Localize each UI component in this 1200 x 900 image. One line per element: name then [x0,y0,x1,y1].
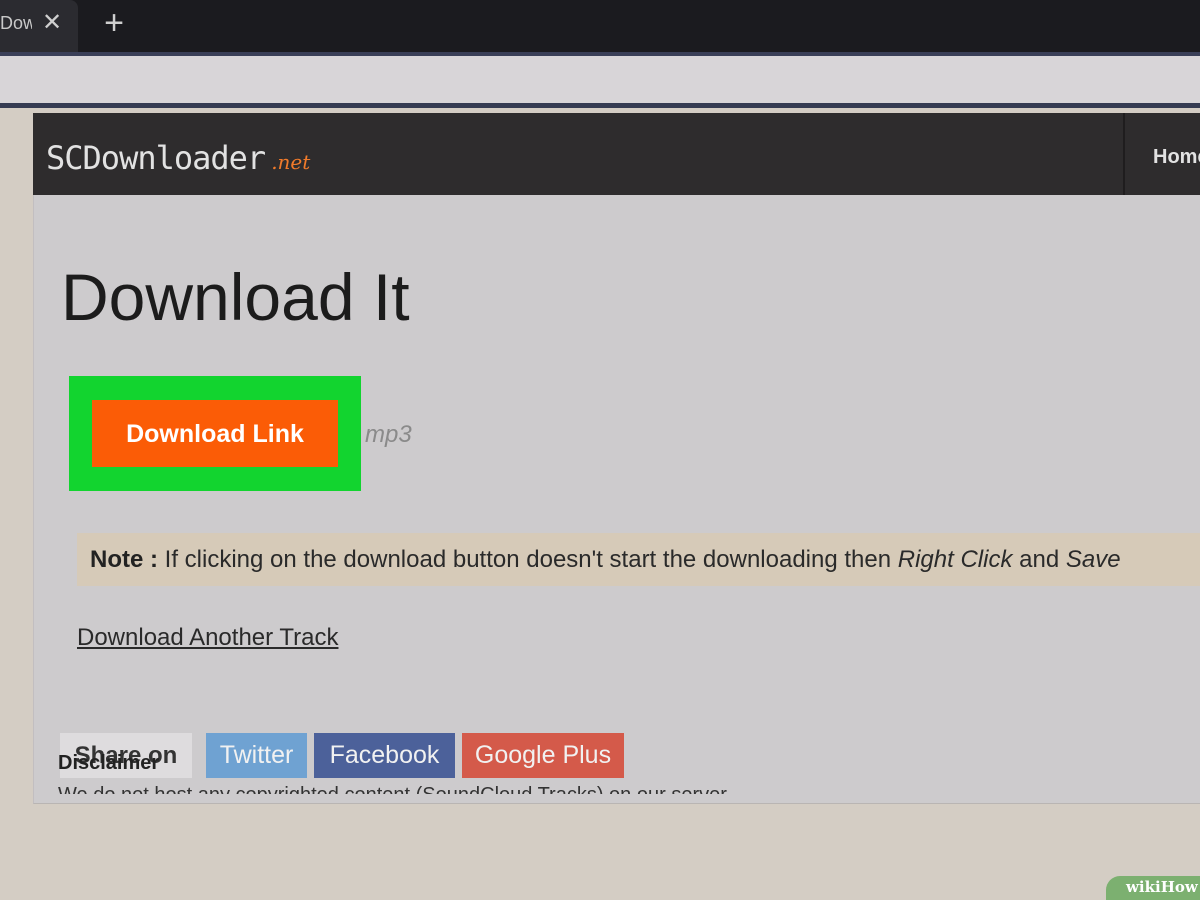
browser-tab-title: Down [0,13,32,33]
download-link-button[interactable]: Download Link [92,400,338,467]
note-label: Note : [90,546,158,573]
share-twitter-button[interactable]: Twitter [206,733,307,778]
browser-toolbar [0,56,1200,103]
logo-text: SCDownloader [46,139,266,177]
browser-tab[interactable]: Down ✕ [0,0,78,52]
share-google-plus-button[interactable]: Google Plus [462,733,624,778]
note-text: Note : If clicking on the download butto… [90,546,1121,574]
site-logo[interactable]: SCDownloader .net [46,139,310,179]
note-bar: Note : If clicking on the download butto… [77,533,1200,586]
close-icon[interactable]: ✕ [40,11,64,35]
note-and: and [1019,546,1060,573]
watermark-text: wikiHow [1126,878,1198,896]
nav-divider [1123,113,1125,195]
new-tab-icon[interactable]: + [99,6,129,40]
format-label: mp3 [365,421,412,448]
download-another-track-link[interactable]: Download Another Track [77,624,338,652]
note-body: If clicking on the download button doesn… [164,546,892,573]
nav-home-link[interactable]: Home [1153,146,1200,169]
note-save: Save [1065,546,1121,573]
logo-tld: .net [271,150,311,174]
note-right-click: Right Click [897,546,1013,573]
highlight-box: Download Link [69,376,361,491]
site-header: SCDownloader.net Home [33,113,1200,195]
share-facebook-button[interactable]: Facebook [314,733,455,778]
wikihow-watermark: wikiHow [1106,876,1200,900]
content-card: Download It Download Link mp3 Note : If … [33,195,1200,804]
browser-tab-bar: Down ✕ + [0,0,1200,52]
disclaimer-text: We do not host any copyrighted content (… [58,782,1138,794]
disclaimer-title: Disclaimer [58,752,160,774]
page-title: Download It [61,260,410,334]
